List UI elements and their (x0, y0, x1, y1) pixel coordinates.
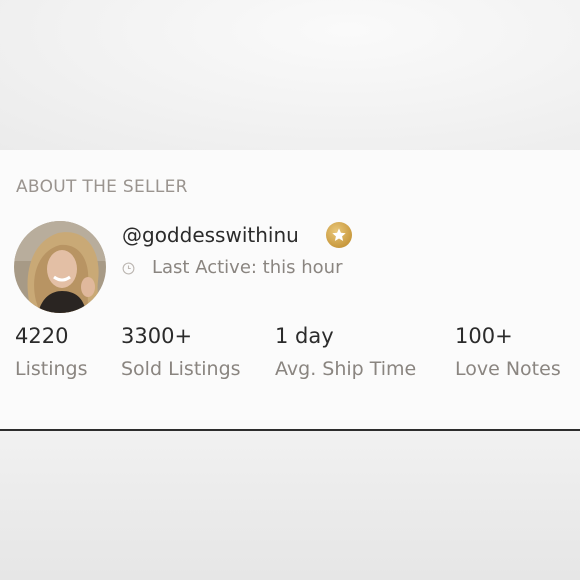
stat-avg-ship-time: 1 day Avg. Ship Time (275, 324, 416, 380)
stat-value: 1 day (275, 324, 334, 348)
stat-label: Love Notes (455, 358, 561, 380)
last-active-text: Last Active: this hour (152, 257, 343, 278)
stat-label: Listings (15, 358, 88, 380)
background-bottom (0, 431, 580, 580)
stat-listings[interactable]: 4220 Listings (15, 324, 88, 380)
seller-avatar[interactable] (14, 221, 106, 313)
stat-label: Sold Listings (121, 358, 241, 380)
stat-label: Avg. Ship Time (275, 358, 417, 380)
section-title: ABOUT THE SELLER (16, 177, 188, 197)
stat-love-notes[interactable]: 100+ Love Notes (455, 324, 561, 380)
stat-value: 4220 (15, 324, 69, 348)
clock-icon (122, 262, 135, 275)
star-icon (332, 228, 346, 241)
stat-value: 100+ (455, 324, 513, 348)
seller-username[interactable]: @goddesswithinu (122, 223, 299, 247)
about-seller-card: ABOUT THE SELLER @goddesswithinu Last Ac… (0, 150, 580, 431)
stat-value: 3300+ (121, 324, 193, 348)
seller-badge (326, 222, 352, 248)
background-top (0, 0, 580, 150)
stat-sold-listings[interactable]: 3300+ Sold Listings (121, 324, 241, 380)
